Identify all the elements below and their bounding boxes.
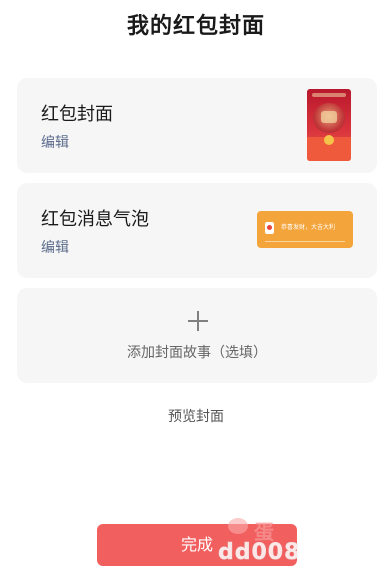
cover-top-ornament <box>312 93 346 97</box>
watermark-text: dd008 <box>218 540 301 566</box>
cover-card[interactable]: 红包封面 编辑 <box>17 78 377 173</box>
add-story-card[interactable]: 添加封面故事（选填） <box>17 288 377 383</box>
plus-icon <box>188 311 208 331</box>
bubble-preview-text: 恭喜发财，大吉大利 <box>281 224 336 231</box>
watermark-logo: 蛋 dd008 <box>218 514 308 574</box>
cover-thumbnail[interactable] <box>307 89 351 161</box>
cover-card-label: 红包封面 <box>41 104 113 125</box>
preview-cover-link[interactable]: 预览封面 <box>0 406 392 426</box>
page-title: 我的红包封面 <box>126 14 265 39</box>
watermark-glyph-icon <box>228 518 248 534</box>
bubble-divider <box>265 241 345 242</box>
add-story-label: 添加封面故事（选填） <box>127 345 267 361</box>
cover-seal-icon <box>324 135 334 145</box>
cover-art-image <box>313 103 345 133</box>
bubble-thumbnail[interactable]: 恭喜发财，大吉大利 <box>257 211 353 248</box>
cover-edit-link[interactable]: 编辑 <box>41 132 69 152</box>
bubble-card-label: 红包消息气泡 <box>41 209 149 230</box>
bubble-card[interactable]: 红包消息气泡 编辑 恭喜发财，大吉大利 <box>17 183 377 278</box>
red-packet-icon <box>265 222 274 234</box>
bubble-edit-link[interactable]: 编辑 <box>41 237 69 257</box>
